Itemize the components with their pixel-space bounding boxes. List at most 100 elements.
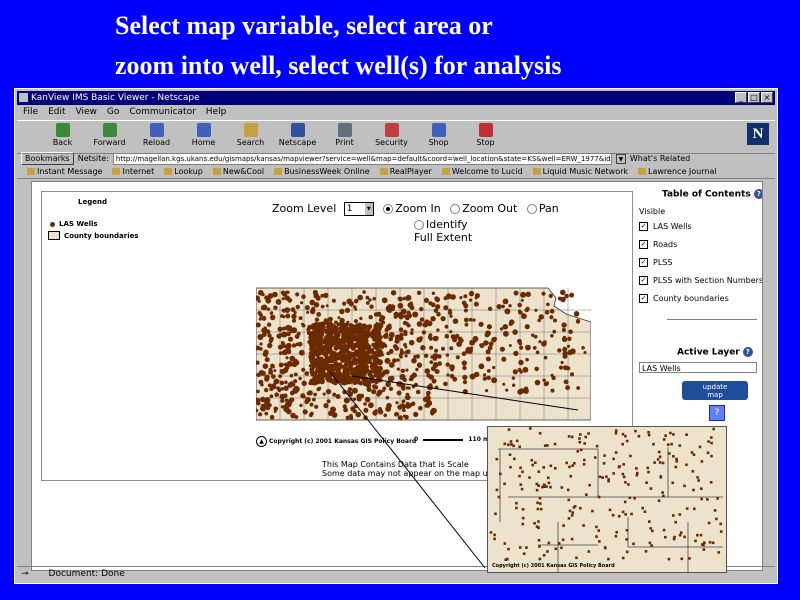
layer-row-plss-sections: ✓ PLSS with Section Numbers: [639, 276, 763, 285]
personal-bookmark[interactable]: BusinessWeek Online: [274, 166, 370, 178]
inset-well-marker: [554, 547, 558, 551]
kansas-map[interactable]: [256, 284, 591, 422]
zoom-level-select[interactable]: 1: [343, 202, 374, 216]
zoom-in-radio[interactable]: [383, 204, 394, 214]
well-marker: [312, 289, 318, 296]
well-marker: [286, 331, 291, 337]
well-marker: [362, 380, 368, 387]
well-marker: [264, 357, 270, 363]
full-extent-link[interactable]: Full Extent: [414, 231, 472, 244]
toc-help-icon[interactable]: ?: [753, 189, 762, 199]
active-layer-help-icon[interactable]: ?: [742, 347, 753, 357]
layer-checkbox-plss[interactable]: ✓: [639, 258, 648, 267]
identify-radio[interactable]: [414, 220, 424, 230]
well-marker: [395, 401, 399, 405]
well-marker: [399, 350, 405, 356]
well-marker: [354, 319, 358, 324]
update-map-button[interactable]: update map: [682, 381, 748, 400]
inset-map-canvas[interactable]: [488, 427, 726, 572]
inset-well-marker: [539, 502, 542, 505]
toolbar-button-stop[interactable]: Stop: [462, 121, 509, 153]
minimize-button[interactable]: _: [735, 92, 747, 103]
inset-well-marker: [719, 522, 722, 526]
well-marker: [264, 411, 269, 416]
personal-bookmark[interactable]: Instant Message: [27, 166, 102, 178]
close-button[interactable]: ×: [761, 92, 773, 103]
toolbar-button-search[interactable]: Search: [227, 121, 274, 153]
toolbar-button-security[interactable]: Security: [368, 121, 415, 153]
well-marker: [478, 363, 485, 370]
well-marker: [297, 341, 303, 347]
personal-bookmark[interactable]: RealPlayer: [380, 166, 432, 178]
personal-bookmark[interactable]: Lookup: [164, 166, 203, 178]
well-marker: [291, 327, 298, 334]
url-input[interactable]: http://magellan.kgs.ukans.edu/gismaps/ka…: [112, 152, 612, 165]
personal-bookmark[interactable]: New&Cool: [213, 166, 264, 178]
active-layer-field[interactable]: LAS Wells: [639, 362, 757, 373]
toolbar-button-reload[interactable]: Reload: [133, 121, 180, 153]
well-marker: [269, 311, 274, 315]
inset-well-marker: [495, 488, 499, 492]
slide-title-line-2: zoom into well, select well(s) for analy…: [115, 51, 562, 80]
toolbar-button-home[interactable]: Home: [180, 121, 227, 153]
toolbar-button-back[interactable]: Back: [39, 121, 86, 153]
well-marker: [256, 389, 260, 394]
menu-bar: File Edit View Go Communicator Help: [17, 106, 775, 119]
identify-tool-icon[interactable]: ?: [709, 405, 725, 421]
well-marker: [278, 362, 284, 368]
well-marker: [449, 330, 453, 334]
well-marker: [269, 414, 275, 420]
toolbar-button-print[interactable]: Print: [321, 121, 368, 153]
zoom-out-radio[interactable]: [450, 204, 461, 214]
well-marker: [502, 382, 506, 386]
inset-well-marker: [587, 550, 591, 553]
inset-well-marker: [585, 493, 588, 496]
maximize-button[interactable]: □: [748, 92, 760, 103]
well-marker: [280, 368, 286, 375]
inset-well-marker: [557, 542, 561, 545]
menu-view[interactable]: View: [76, 106, 97, 119]
toolbar-button-forward[interactable]: Forward: [86, 121, 133, 153]
layer-checkbox-las-wells[interactable]: ✓: [639, 222, 648, 231]
toolbar-button-netscape[interactable]: Netscape: [274, 121, 321, 153]
inset-well-marker: [645, 481, 648, 484]
layer-checkbox-roads[interactable]: ✓: [639, 240, 648, 249]
well-marker: [396, 358, 400, 362]
well-marker: [504, 308, 511, 315]
bookmarks-button[interactable]: Bookmarks: [21, 152, 74, 165]
menu-go[interactable]: Go: [107, 106, 119, 119]
window-titlebar[interactable]: KanView IMS Basic Viewer - Netscape _ □ …: [17, 91, 775, 105]
well-marker: [445, 293, 452, 300]
inset-well-marker: [603, 454, 606, 457]
well-marker: [285, 324, 292, 331]
menu-help[interactable]: Help: [206, 106, 227, 119]
whats-related-button[interactable]: What's Related: [630, 154, 690, 163]
personal-bookmark[interactable]: Welcome to Lucid: [442, 166, 523, 178]
well-marker: [354, 349, 360, 355]
well-marker: [446, 373, 450, 377]
menu-communicator[interactable]: Communicator: [129, 106, 195, 119]
well-marker: [274, 392, 279, 397]
personal-bookmark[interactable]: Lawrence Journal: [638, 166, 717, 178]
url-dropdown-icon[interactable]: ▼: [615, 153, 626, 164]
well-marker: [268, 339, 273, 344]
well-marker: [322, 345, 327, 350]
menu-file[interactable]: File: [23, 106, 38, 119]
inset-well-marker: [607, 478, 610, 481]
menu-edit[interactable]: Edit: [48, 106, 65, 119]
well-marker: [532, 346, 537, 350]
inset-well-marker: [593, 456, 597, 459]
pan-radio[interactable]: [526, 204, 537, 214]
well-marker: [519, 345, 524, 350]
personal-bookmark[interactable]: Liquid Music Network: [533, 166, 628, 178]
inset-well-marker: [692, 488, 695, 492]
layer-checkbox-plss-sections[interactable]: ✓: [639, 276, 648, 285]
inset-well-marker: [537, 470, 541, 473]
toolbar-button-shop[interactable]: Shop: [415, 121, 462, 153]
inset-well-marker: [601, 476, 604, 479]
well-marker: [357, 294, 363, 301]
well-marker: [499, 346, 505, 352]
inset-well-marker: [535, 488, 539, 492]
layer-checkbox-counties[interactable]: ✓: [639, 294, 648, 303]
personal-bookmark[interactable]: Internet: [112, 166, 154, 178]
